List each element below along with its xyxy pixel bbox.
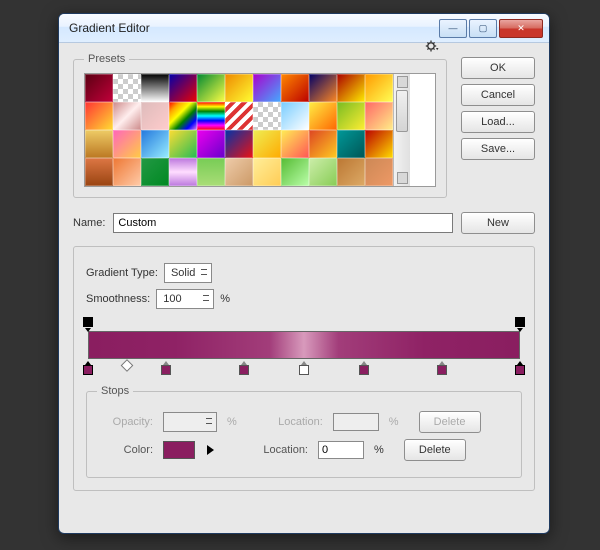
preset-swatch[interactable]	[253, 158, 281, 186]
presets-scrollbar[interactable]	[393, 74, 410, 186]
minimize-button[interactable]: —	[439, 19, 467, 38]
preset-swatch[interactable]	[309, 102, 337, 130]
gradient-preview	[88, 331, 520, 359]
preset-swatch[interactable]	[85, 74, 113, 102]
preset-swatch[interactable]	[309, 74, 337, 102]
presets-legend: Presets	[84, 53, 129, 65]
scrollbar-thumb[interactable]	[396, 90, 408, 132]
dialog-body: Presets OK Cancel Load... Save... Name: …	[59, 43, 549, 505]
pct-label-1: %	[220, 293, 230, 305]
color-stop[interactable]	[161, 361, 171, 374]
preset-swatch[interactable]	[253, 102, 281, 130]
preset-swatch[interactable]	[337, 74, 365, 102]
preset-swatch[interactable]	[281, 102, 309, 130]
location-label-2: Location:	[252, 444, 308, 456]
color-stop[interactable]	[437, 361, 447, 374]
maximize-button[interactable]: ▢	[469, 19, 497, 38]
preset-swatch[interactable]	[113, 130, 141, 158]
name-input[interactable]	[113, 213, 453, 233]
preset-swatch[interactable]	[169, 74, 197, 102]
preset-swatch[interactable]	[85, 130, 113, 158]
preset-swatch[interactable]	[113, 158, 141, 186]
preset-swatch[interactable]	[253, 74, 281, 102]
preset-swatch[interactable]	[85, 158, 113, 186]
preset-swatch[interactable]	[281, 158, 309, 186]
location-input-2[interactable]	[318, 441, 364, 459]
color-stop[interactable]	[83, 361, 93, 374]
preset-swatch[interactable]	[253, 130, 281, 158]
gradtype-label: Gradient Type:	[86, 267, 158, 279]
preset-swatch[interactable]	[225, 74, 253, 102]
gear-icon[interactable]	[425, 39, 439, 56]
opacity-label: Opacity:	[97, 416, 153, 428]
preset-swatch[interactable]	[337, 102, 365, 130]
color-stop[interactable]	[299, 361, 309, 374]
color-stop[interactable]	[515, 361, 525, 374]
preset-swatch[interactable]	[225, 158, 253, 186]
load-button[interactable]: Load...	[461, 111, 535, 133]
preset-swatch[interactable]	[113, 74, 141, 102]
preset-swatch[interactable]	[169, 158, 197, 186]
preset-swatch[interactable]	[225, 130, 253, 158]
preset-swatches	[84, 73, 436, 187]
preset-swatch[interactable]	[113, 102, 141, 130]
preset-swatch[interactable]	[197, 74, 225, 102]
close-button[interactable]: ✕	[499, 19, 543, 38]
window-title: Gradient Editor	[69, 21, 439, 35]
color-swatch[interactable]	[163, 441, 195, 459]
opacity-input	[163, 412, 217, 432]
presets-fieldset: Presets	[73, 53, 447, 198]
save-button[interactable]: Save...	[461, 138, 535, 160]
gradient-bar[interactable]	[88, 331, 520, 359]
preset-swatch[interactable]	[141, 130, 169, 158]
pct-label-2: %	[227, 416, 237, 428]
preset-swatch[interactable]	[197, 158, 225, 186]
stops-fieldset: Stops Opacity: % Location: % Delete Colo…	[86, 385, 522, 478]
preset-swatch[interactable]	[225, 102, 253, 130]
preset-swatch[interactable]	[281, 130, 309, 158]
preset-swatch[interactable]	[365, 158, 393, 186]
color-stop[interactable]	[359, 361, 369, 374]
pct-label-3: %	[389, 416, 399, 428]
preset-swatch[interactable]	[169, 102, 197, 130]
preset-swatch[interactable]	[281, 74, 309, 102]
preset-swatch[interactable]	[197, 102, 225, 130]
preset-swatch[interactable]	[365, 130, 393, 158]
preset-swatch[interactable]	[337, 158, 365, 186]
preset-swatch[interactable]	[85, 102, 113, 130]
editor-fieldset: Gradient Type: Solid Smoothness: 100 % S…	[73, 246, 535, 491]
preset-swatch[interactable]	[309, 130, 337, 158]
smoothness-input[interactable]: 100	[156, 289, 214, 309]
delete-opacity-button: Delete	[419, 411, 481, 433]
midpoint-marker[interactable]	[121, 359, 134, 372]
cancel-button[interactable]: Cancel	[461, 84, 535, 106]
color-stop[interactable]	[239, 361, 249, 374]
location-label-1: Location:	[267, 416, 323, 428]
smoothness-label: Smoothness:	[86, 293, 150, 305]
opacity-stop[interactable]	[83, 317, 93, 329]
stops-legend: Stops	[97, 385, 133, 397]
titlebar[interactable]: Gradient Editor — ▢ ✕	[59, 14, 549, 43]
color-label: Color:	[97, 444, 153, 456]
color-picker-icon[interactable]	[207, 445, 214, 455]
pct-label-4: %	[374, 444, 384, 456]
location-input-1	[333, 413, 379, 431]
preset-swatch[interactable]	[337, 130, 365, 158]
preset-swatch[interactable]	[141, 158, 169, 186]
preset-swatch[interactable]	[309, 158, 337, 186]
ok-button[interactable]: OK	[461, 57, 535, 79]
dialog-window: Gradient Editor — ▢ ✕ Presets OK Cancel …	[58, 13, 550, 534]
preset-swatch[interactable]	[365, 74, 393, 102]
preset-swatch[interactable]	[197, 130, 225, 158]
preset-swatch[interactable]	[141, 102, 169, 130]
opacity-stop[interactable]	[515, 317, 525, 329]
preset-swatch[interactable]	[365, 102, 393, 130]
new-button[interactable]: New	[461, 212, 535, 234]
preset-swatch[interactable]	[141, 74, 169, 102]
name-label: Name:	[73, 217, 105, 229]
gradtype-select[interactable]: Solid	[164, 263, 212, 283]
preset-swatch[interactable]	[169, 130, 197, 158]
delete-color-button[interactable]: Delete	[404, 439, 466, 461]
